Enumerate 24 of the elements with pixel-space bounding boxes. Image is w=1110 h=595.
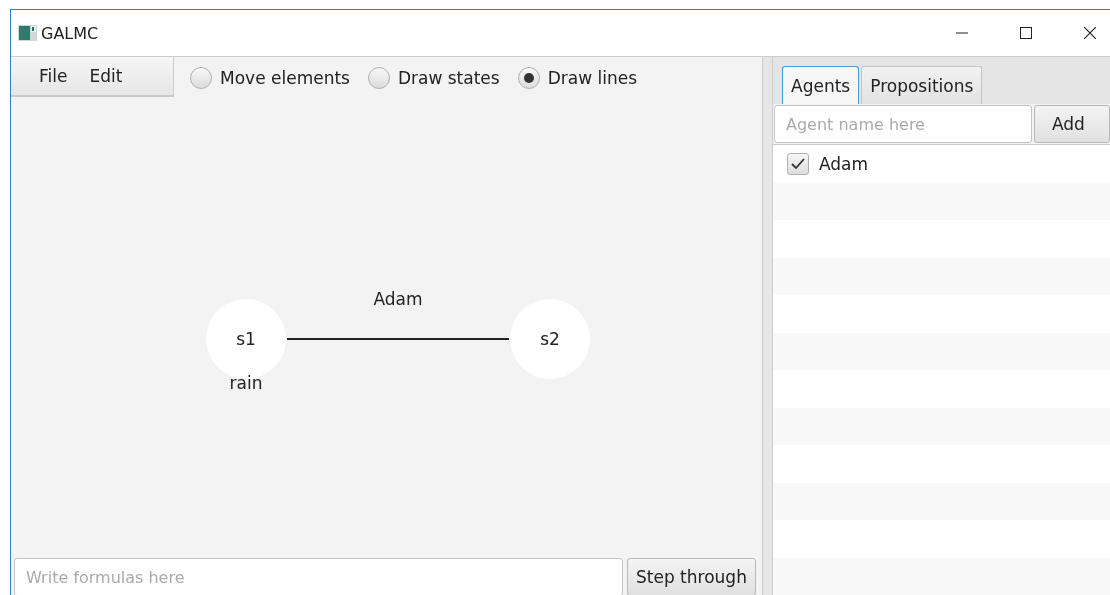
checkmark-icon bbox=[791, 157, 805, 170]
app-icon bbox=[18, 25, 37, 41]
edge-label: Adam bbox=[373, 289, 423, 309]
graph-canvas[interactable]: Adam s1 rain s2 bbox=[11, 99, 762, 558]
window-title: GALMC bbox=[41, 23, 99, 43]
agent-name[interactable]: Adam bbox=[819, 153, 869, 174]
radio-button[interactable] bbox=[517, 67, 540, 89]
add-button[interactable]: Add bbox=[1034, 105, 1110, 143]
menu-item[interactable]: Edit bbox=[89, 66, 123, 86]
state-node[interactable]: s2 bbox=[510, 299, 590, 379]
menu-item[interactable]: File bbox=[39, 66, 68, 86]
formula-field[interactable]: Write formulas here bbox=[14, 558, 623, 595]
tab[interactable]: Agents bbox=[782, 66, 860, 104]
step-through-button[interactable]: Step through bbox=[627, 558, 756, 595]
tab[interactable]: Propositions bbox=[861, 66, 983, 104]
radio-button[interactable] bbox=[190, 67, 212, 89]
checkbox[interactable] bbox=[787, 152, 809, 175]
close-icon[interactable] bbox=[1084, 27, 1096, 39]
agent-name-field[interactable]: Agent name here bbox=[774, 105, 1032, 143]
maximize-icon[interactable] bbox=[1020, 27, 1032, 39]
radio-label[interactable]: Move elements bbox=[220, 68, 350, 88]
radio-label[interactable]: Draw states bbox=[397, 68, 500, 88]
radio-label[interactable]: Draw lines bbox=[547, 68, 638, 88]
radio-button[interactable] bbox=[367, 67, 390, 89]
